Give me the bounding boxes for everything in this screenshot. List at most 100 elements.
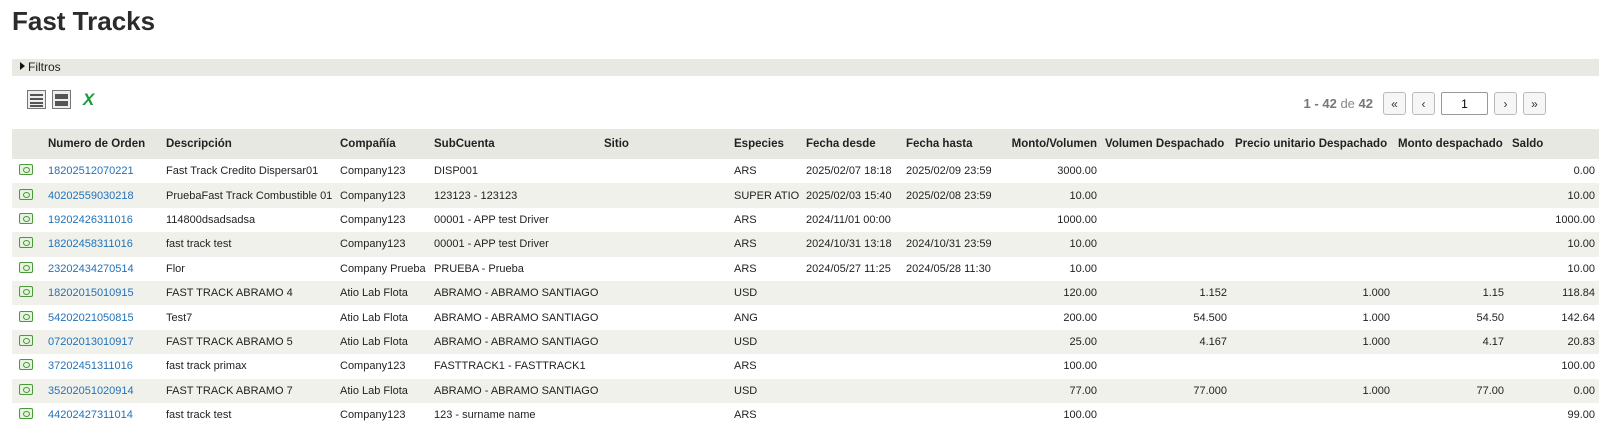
header-precio-unitario[interactable]: Precio unitario Despachado	[1231, 129, 1394, 159]
cell-description: FAST TRACK ABRAMO 5	[166, 335, 293, 348]
cell-date-from	[802, 305, 902, 329]
money-icon[interactable]	[19, 383, 33, 395]
cell-site	[600, 208, 730, 232]
header-monto-volumen[interactable]: Monto/Volumen	[1002, 129, 1101, 159]
table-row[interactable]: 35202051020914 FAST TRACK ABRAMO 7 Atio La…	[12, 378, 1599, 403]
cell-dispatched-volume	[1101, 159, 1231, 183]
cell-dispatched-volume: 77.000	[1193, 384, 1227, 397]
table-row[interactable]: 44202427311014 fast track test Company123 1…	[12, 403, 1599, 427]
table-row[interactable]: 40202559030218 PruebaFast Track Combustib…	[12, 183, 1599, 208]
next-page-button[interactable]: ›	[1494, 92, 1517, 115]
cell-date-from	[802, 379, 902, 403]
pager-summary: 1 - 42 de 42	[1304, 96, 1373, 111]
money-icon[interactable]	[19, 237, 33, 249]
cell-amount-volume: 3000.00	[1057, 165, 1097, 178]
money-icon[interactable]	[19, 310, 33, 322]
cell-balance: 20.83	[1567, 335, 1595, 348]
cell-date-to: 2025/02/08 23:59	[906, 189, 992, 202]
cell-date-to	[902, 354, 1002, 378]
cell-dispatched-amount	[1394, 403, 1508, 427]
cell-unit-price	[1231, 159, 1394, 183]
excel-export-icon[interactable]: X	[79, 90, 98, 109]
cell-species: ANG	[734, 311, 758, 324]
cell-order-number[interactable]: 19202426311016	[44, 208, 162, 232]
cell-balance: 0.00	[1573, 165, 1595, 178]
cell-date-to	[902, 305, 1002, 329]
header-fecha-desde[interactable]: Fecha desde	[802, 129, 902, 159]
cell-amount-volume: 10.00	[1069, 262, 1097, 275]
cell-order-number[interactable]: 18202458311016	[44, 232, 162, 256]
cell-order-number[interactable]: 07202013010917	[44, 330, 162, 354]
cell-dispatched-amount: 4.17	[1482, 335, 1504, 348]
header-especies[interactable]: Especies	[730, 129, 802, 159]
cell-order-number[interactable]: 23202434270514	[44, 257, 162, 281]
table-row[interactable]: 19202426311016 114800dsadsadsa Company123 0…	[12, 208, 1599, 232]
money-icon[interactable]	[19, 188, 33, 200]
cell-company: Atio Lab Flota	[340, 287, 408, 300]
row-icon-cell	[12, 305, 44, 329]
header-fecha-hasta[interactable]: Fecha hasta	[902, 129, 1002, 159]
compact-view-icon[interactable]	[52, 90, 71, 109]
cell-unit-price: 1.000	[1362, 311, 1390, 324]
table-row[interactable]: 18202512070221 Fast Track Credito Dispers…	[12, 159, 1599, 183]
cell-order-number[interactable]: 35202051020914	[44, 379, 162, 403]
header-monto-despachado[interactable]: Monto despachado	[1394, 129, 1508, 159]
table-row[interactable]: 07202013010917 FAST TRACK ABRAMO 5 Atio La…	[12, 329, 1599, 355]
last-page-button[interactable]: »	[1523, 92, 1546, 115]
table-row[interactable]: 18202458311016 fast track test Company123 0…	[12, 232, 1599, 257]
header-compania[interactable]: Compañía	[336, 129, 430, 159]
table-row[interactable]: 37202451311016 fast track primax Company12…	[12, 354, 1599, 378]
header-volumen-despachado[interactable]: Volumen Despachado	[1101, 129, 1231, 159]
money-icon[interactable]	[19, 212, 33, 224]
cell-dispatched-volume	[1101, 208, 1231, 232]
money-icon[interactable]	[19, 408, 33, 420]
row-icon-cell	[12, 232, 44, 256]
money-icon[interactable]	[19, 164, 33, 176]
cell-order-number[interactable]: 54202021050815	[44, 305, 162, 329]
cell-unit-price	[1231, 257, 1394, 281]
money-icon[interactable]	[19, 286, 33, 298]
row-icon-cell	[12, 183, 44, 207]
money-icon[interactable]	[19, 334, 33, 346]
detailed-view-icon[interactable]	[27, 90, 46, 109]
page-number-input[interactable]	[1441, 92, 1488, 115]
cell-order-number[interactable]: 40202559030218	[44, 183, 162, 207]
cell-company: Company123	[340, 360, 406, 373]
cell-amount-volume: 100.00	[1063, 409, 1097, 422]
filters-toggle[interactable]: Filtros	[12, 59, 1599, 76]
cell-order-number[interactable]: 44202427311014	[44, 403, 162, 427]
cell-order-number[interactable]: 37202451311016	[44, 354, 162, 378]
cell-order-number[interactable]: 18202512070221	[44, 159, 162, 183]
table-row[interactable]: 23202434270514 Flor Company Prueba PRUEBA -…	[12, 257, 1599, 281]
row-icon-cell	[12, 379, 44, 403]
cell-dispatched-volume	[1101, 257, 1231, 281]
header-saldo[interactable]: Saldo	[1508, 129, 1599, 159]
table-row[interactable]: 54202021050815 Test7 Atio Lab Flota ABRAMO …	[12, 305, 1599, 329]
row-icon-cell	[12, 159, 44, 183]
cell-subaccount: ABRAMO - ABRAMO SANTIAGO	[434, 335, 599, 348]
prev-page-button[interactable]: ‹	[1412, 92, 1435, 115]
cell-subaccount: 123 - surname name	[434, 409, 536, 422]
cell-date-to: 2025/02/09 23:59	[906, 165, 992, 178]
cell-company: Company123	[340, 165, 406, 178]
cell-site	[600, 257, 730, 281]
header-numero-orden[interactable]: Numero de Orden	[44, 129, 162, 159]
first-page-button[interactable]: «	[1383, 92, 1406, 115]
cell-subaccount: 123123 - 123123	[434, 189, 518, 202]
header-sitio[interactable]: Sitio	[600, 129, 730, 159]
cell-balance: 100.00	[1561, 360, 1595, 373]
cell-order-number[interactable]: 18202015010915	[44, 281, 162, 305]
cell-dispatched-volume	[1101, 183, 1231, 207]
cell-dispatched-amount	[1394, 208, 1508, 232]
range-start: 1	[1303, 96, 1311, 111]
pagination: 1 - 42 de 42 « ‹ › »	[1304, 92, 1546, 115]
money-icon[interactable]	[19, 261, 33, 273]
header-subcuenta[interactable]: SubCuenta	[430, 129, 600, 159]
cell-species: ARS	[734, 238, 757, 251]
header-descripcion[interactable]: Descripción	[162, 129, 336, 159]
cell-dispatched-volume: 4.167	[1199, 335, 1227, 348]
money-icon[interactable]	[19, 359, 33, 371]
table-row[interactable]: 18202015010915 FAST TRACK ABRAMO 4 Atio La…	[12, 280, 1599, 306]
cell-site	[600, 305, 730, 329]
cell-amount-volume: 200.00	[1063, 311, 1097, 324]
